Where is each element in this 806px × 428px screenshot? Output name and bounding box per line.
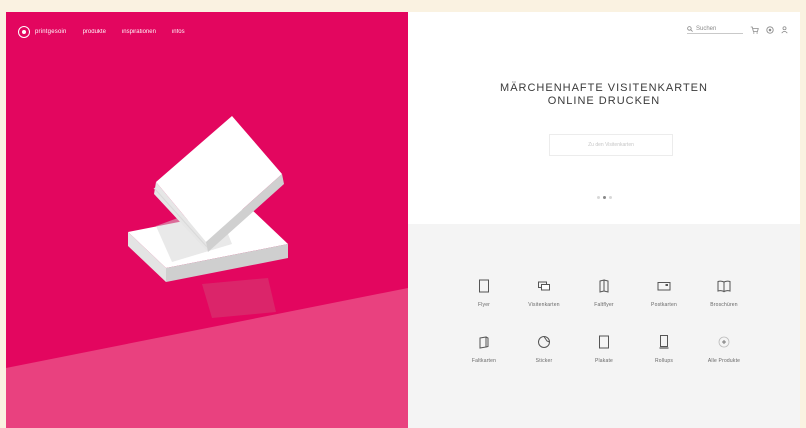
rollup-icon xyxy=(659,335,669,349)
brochure-icon xyxy=(717,280,731,293)
product-sticker[interactable]: Sticker xyxy=(514,334,574,364)
product-rollups[interactable]: Rollups xyxy=(634,334,694,364)
nav-item-inspirationen[interactable]: inspirationen xyxy=(122,29,156,35)
product-grid: Flyer Visitenkarten Faltflyer Postkarten… xyxy=(454,278,754,364)
product-label: Broschüren xyxy=(710,302,738,308)
product-label: Faltkarten xyxy=(471,358,497,364)
product-label: Postkarten xyxy=(651,302,677,308)
postcard-icon xyxy=(657,282,671,291)
top-nav: printgesoin produkte inspirationen infos xyxy=(18,26,185,38)
carousel-dots xyxy=(408,196,800,199)
plus-icon xyxy=(718,336,730,348)
product-plakate[interactable]: Plakate xyxy=(574,334,634,364)
content-panel: Suchen MÄRCHENHAFTE VISITENKARTEN ONLINE xyxy=(408,12,800,428)
business-card-stack-illustration xyxy=(128,116,288,282)
carousel-dot[interactable] xyxy=(596,196,600,199)
poster-icon xyxy=(599,335,609,349)
cta-button[interactable]: Zu den Visitenkarten xyxy=(549,134,673,156)
product-label: Plakate xyxy=(594,358,614,364)
headline-line-1: MÄRCHENHAFTE VISITENKARTEN xyxy=(500,82,708,94)
product-label: Rollups xyxy=(654,358,674,364)
product-label: Flyer xyxy=(477,302,491,308)
nav-item-infos[interactable]: infos xyxy=(172,29,185,35)
nav-item-produkte[interactable]: produkte xyxy=(83,29,106,35)
logo-icon xyxy=(18,26,30,38)
product-postkarten[interactable]: Postkarten xyxy=(634,278,694,308)
sticker-icon xyxy=(538,336,550,348)
carousel-dot[interactable] xyxy=(608,196,612,199)
product-categories: Flyer Visitenkarten Faltflyer Postkarten… xyxy=(408,224,800,428)
product-label: Sticker xyxy=(535,358,553,364)
product-label: Faltflyer xyxy=(594,302,614,308)
hero-section: printgesoin produkte inspirationen infos xyxy=(6,12,408,428)
search-label: Suchen xyxy=(696,26,717,32)
search-icon xyxy=(687,26,693,32)
product-flyer[interactable]: Flyer xyxy=(454,278,514,308)
folded-card-icon xyxy=(479,336,489,349)
hero-text-area: Suchen MÄRCHENHAFTE VISITENKARTEN ONLINE xyxy=(408,12,800,224)
product-alle-produkte[interactable]: Alle Produkte xyxy=(694,334,754,364)
page-frame: printgesoin produkte inspirationen infos xyxy=(6,12,800,428)
brand-name: printgesoin xyxy=(35,29,67,35)
product-broschueren[interactable]: Broschüren xyxy=(694,278,754,308)
utility-bar: Suchen xyxy=(687,26,788,34)
product-visitenkarten[interactable]: Visitenkarten xyxy=(514,278,574,308)
globe-icon[interactable] xyxy=(766,26,774,34)
search-field[interactable]: Suchen xyxy=(687,26,743,34)
cart-icon[interactable] xyxy=(750,26,759,34)
business-card-icon xyxy=(538,281,550,291)
folded-flyer-icon xyxy=(599,279,609,293)
brand-logo[interactable]: printgesoin xyxy=(18,26,67,38)
product-faltkarten[interactable]: Faltkarten xyxy=(454,334,514,364)
product-faltflyer[interactable]: Faltflyer xyxy=(574,278,634,308)
headline-line-2: ONLINE DRUCKEN xyxy=(547,95,661,107)
account-icon[interactable] xyxy=(781,26,788,34)
hero-headline: MÄRCHENHAFTE VISITENKARTEN ONLINE DRUCKE… xyxy=(408,82,800,108)
flyer-icon xyxy=(479,279,489,293)
product-label: Alle Produkte xyxy=(707,358,741,364)
product-label: Visitenkarten xyxy=(528,302,560,308)
carousel-dot-active[interactable] xyxy=(602,196,606,199)
